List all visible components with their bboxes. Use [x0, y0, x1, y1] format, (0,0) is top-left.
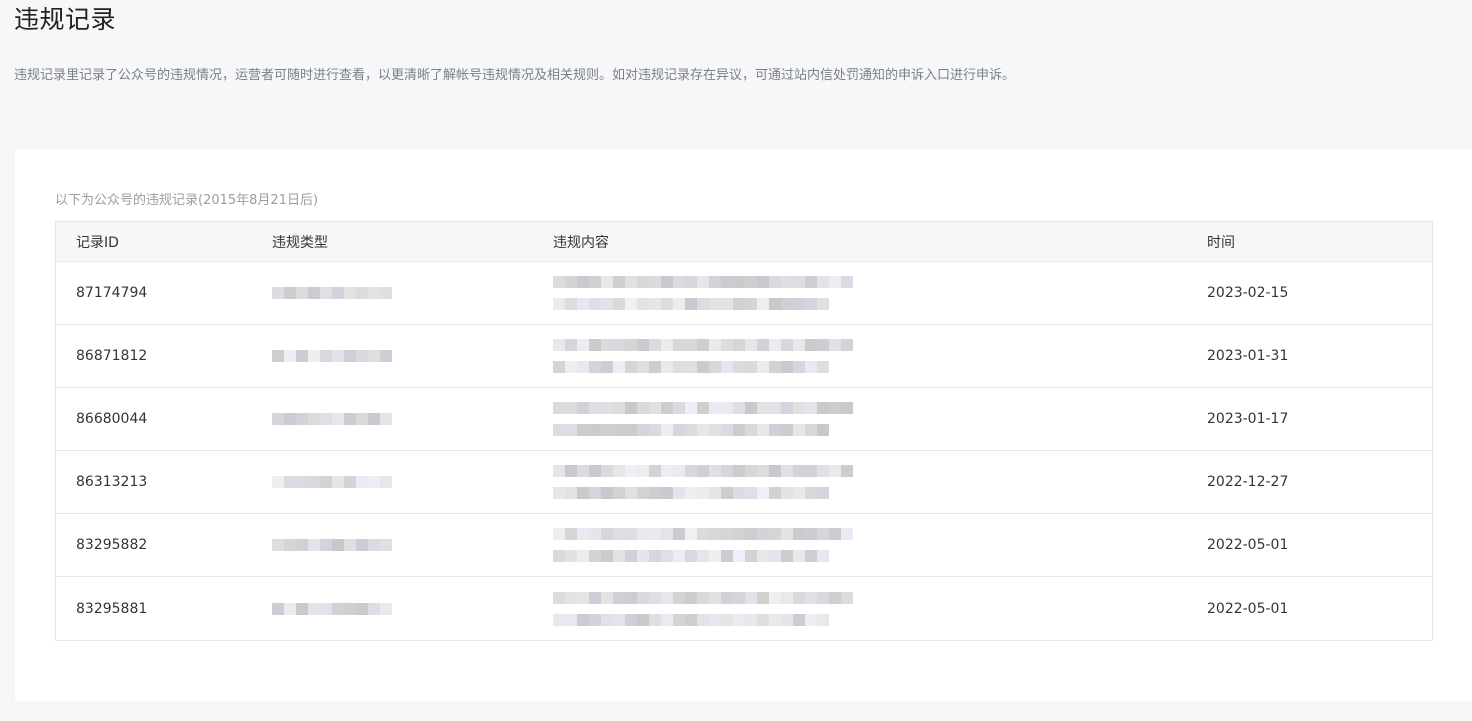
violation-content-redacted	[533, 590, 1187, 628]
record-time: 2022-12-27	[1207, 474, 1289, 490]
violation-content-redacted	[533, 274, 1187, 312]
violation-type-redacted	[252, 349, 533, 363]
record-id: 83295882	[76, 537, 148, 553]
record-id: 86871812	[76, 348, 148, 364]
violation-content-redacted	[533, 337, 1187, 375]
violation-content-redacted	[533, 400, 1187, 438]
record-time: 2023-01-31	[1207, 348, 1289, 364]
table-header: 记录ID 违规类型 违规内容 时间	[56, 222, 1432, 262]
page-description: 违规记录里记录了公众号的违规情况，运营者可随时进行查看，以更清晰了解帐号违规情况…	[14, 68, 1016, 83]
records-card: 以下为公众号的违规记录(2015年8月21日后) 记录ID 违规类型 违规内容 …	[15, 149, 1472, 701]
violation-type-redacted	[252, 602, 533, 616]
column-header-type: 违规类型	[272, 234, 328, 251]
violation-type-redacted	[252, 538, 533, 552]
page-header: 违规记录	[14, 2, 116, 38]
record-id: 86680044	[76, 411, 148, 427]
table-row: 86871812 2023-01-31	[56, 325, 1432, 388]
record-id: 83295881	[76, 600, 148, 617]
record-time: 2023-01-17	[1207, 411, 1289, 427]
table-row: 83295882 2022-05-01	[56, 514, 1432, 577]
column-header-content: 违规内容	[553, 234, 609, 251]
table-row: 86680044 2023-01-17	[56, 388, 1432, 451]
table-row: 87174794 2023-02-15	[56, 262, 1432, 325]
violation-type-redacted	[252, 475, 533, 489]
violation-records-table: 记录ID 违规类型 违规内容 时间 87174794 2023-02-15 86…	[55, 221, 1433, 641]
page-title: 违规记录	[14, 5, 117, 34]
record-id: 87174794	[76, 285, 148, 301]
table-row: 83295881 2022-05-01	[56, 577, 1432, 640]
records-note: 以下为公众号的违规记录(2015年8月21日后)	[55, 193, 319, 208]
record-time: 2022-05-01	[1207, 600, 1289, 617]
violation-type-redacted	[252, 412, 533, 426]
violation-type-redacted	[252, 286, 533, 300]
column-header-id: 记录ID	[76, 234, 119, 251]
violation-content-redacted	[533, 526, 1187, 564]
column-header-time: 时间	[1207, 234, 1235, 251]
violation-content-redacted	[533, 463, 1187, 501]
table-row: 86313213 2022-12-27	[56, 451, 1432, 514]
record-time: 2023-02-15	[1207, 285, 1289, 301]
record-id: 86313213	[76, 474, 148, 490]
record-time: 2022-05-01	[1207, 537, 1289, 553]
